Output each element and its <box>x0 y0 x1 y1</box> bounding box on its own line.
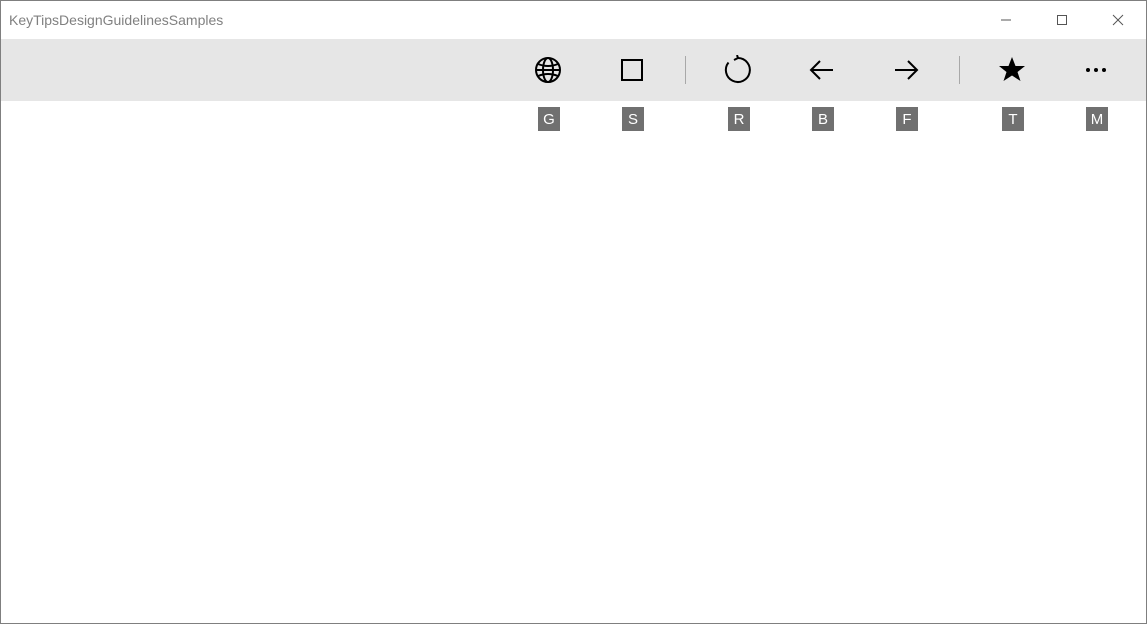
keytip-more: M <box>1086 107 1108 131</box>
refresh-button[interactable] <box>696 39 780 101</box>
refresh-icon <box>723 55 753 85</box>
star-icon <box>997 55 1027 85</box>
window-title: KeyTipsDesignGuidelinesSamples <box>9 12 223 28</box>
minimize-icon <box>1000 14 1012 26</box>
close-icon <box>1112 14 1124 26</box>
keytip-stop: S <box>622 107 644 131</box>
keytip-globe: G <box>538 107 560 131</box>
stop-button[interactable] <box>590 39 674 101</box>
stop-icon <box>619 57 645 83</box>
window-controls <box>978 1 1146 39</box>
content-area <box>2 101 1145 622</box>
globe-button[interactable] <box>506 39 590 101</box>
globe-icon <box>533 55 563 85</box>
keytip-forward: F <box>896 107 918 131</box>
back-button[interactable] <box>780 39 864 101</box>
more-icon <box>1081 55 1111 85</box>
titlebar: KeyTipsDesignGuidelinesSamples <box>1 1 1146 39</box>
keytip-star: T <box>1002 107 1024 131</box>
more-button[interactable] <box>1054 39 1138 101</box>
minimize-button[interactable] <box>978 1 1034 39</box>
back-arrow-icon <box>807 55 837 85</box>
toolbar <box>1 39 1146 101</box>
maximize-button[interactable] <box>1034 1 1090 39</box>
forward-button[interactable] <box>864 39 948 101</box>
forward-arrow-icon <box>891 55 921 85</box>
maximize-icon <box>1056 14 1068 26</box>
favorite-button[interactable] <box>970 39 1054 101</box>
toolbar-separator <box>674 39 696 101</box>
app-window: KeyTipsDesignGuidelinesSamples <box>0 0 1147 624</box>
close-button[interactable] <box>1090 1 1146 39</box>
keytip-refresh: R <box>728 107 750 131</box>
keytip-back: B <box>812 107 834 131</box>
toolbar-separator <box>948 39 970 101</box>
